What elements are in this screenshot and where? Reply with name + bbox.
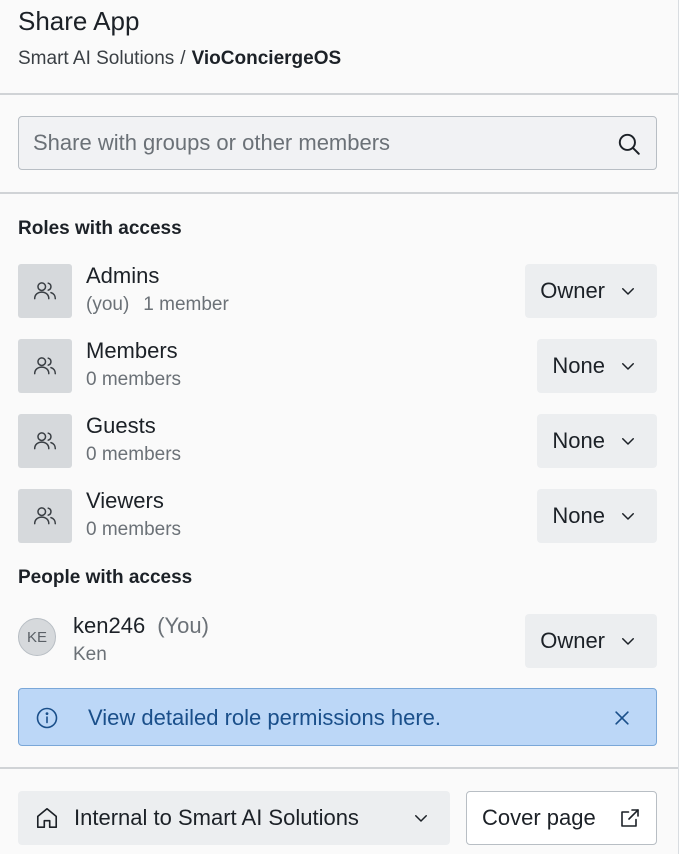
member-count: 0 members (86, 444, 182, 465)
role-members: (you) 1 member (86, 294, 229, 316)
role-members: 0 members (86, 519, 181, 541)
users-icon (18, 414, 72, 468)
permission-value: Owner (540, 278, 605, 303)
role-permission-select[interactable]: None (537, 339, 657, 393)
member-count: 0 members (86, 369, 182, 390)
permission-value: None (552, 503, 605, 528)
search-input[interactable] (33, 117, 603, 169)
search-field[interactable] (18, 116, 657, 170)
role-permission-select[interactable]: None (537, 489, 657, 543)
share-app-dialog: Share App Smart AI Solutions / VioConcierg… (0, 0, 679, 854)
dialog-header: Share App Smart AI Solutions / VioConcierg… (0, 0, 678, 95)
role-permission-select[interactable]: None (537, 414, 657, 468)
member-count: 1 member (143, 294, 229, 315)
username: ken246 (73, 613, 146, 638)
chevron-down-icon (622, 638, 634, 645)
info-icon (36, 707, 58, 729)
users-icon (18, 489, 72, 543)
person-permission-select[interactable]: Owner (525, 614, 657, 668)
chevron-down-icon (622, 288, 634, 295)
external-link-icon (621, 809, 639, 827)
role-members: 0 members (86, 444, 181, 466)
dialog-title: Share App (18, 6, 140, 36)
breadcrumb: Smart AI Solutions / VioConciergeOS (18, 48, 341, 70)
role-row-members: Members 0 members None (18, 338, 657, 395)
users-icon (18, 339, 72, 393)
role-name: Viewers (86, 488, 164, 513)
breadcrumb-app: VioConciergeOS (191, 48, 342, 69)
callout-suffix: . (434, 705, 442, 730)
member-count: 0 members (86, 519, 182, 540)
search-section (0, 96, 678, 194)
cover-page-button[interactable]: Cover page (466, 791, 657, 845)
breadcrumb-org: Smart AI Solutions (18, 48, 175, 69)
visibility-select[interactable]: Internal to Smart AI Solutions (18, 791, 450, 845)
permission-value: None (552, 428, 605, 453)
role-row-admins: Admins (you) 1 member Owner (18, 263, 657, 320)
roles-section-label: Roles with access (18, 218, 182, 239)
role-name: Guests (86, 413, 156, 438)
permissions-link[interactable]: here (391, 705, 435, 730)
callout-message: View detailed role permissions here. (88, 705, 441, 731)
you-indicator: (You) (157, 613, 209, 638)
role-row-viewers: Viewers 0 members None (18, 488, 657, 545)
role-name: Members (86, 338, 178, 363)
role-name: Admins (86, 263, 160, 288)
chevron-down-icon (622, 363, 634, 370)
visibility-value: Internal to Smart AI Solutions (74, 805, 359, 830)
people-section-label: People with access (18, 567, 193, 588)
person-row: KE ken246 (You) Ken Owner (18, 613, 657, 670)
info-callout: View detailed role permissions here. (18, 688, 657, 746)
search-icon[interactable] (616, 131, 642, 157)
chevron-down-icon (622, 438, 634, 445)
you-indicator: (you) (86, 294, 130, 315)
person-username: ken246 (You) (73, 613, 209, 639)
callout-text: View detailed role permissions (88, 705, 391, 730)
chevron-down-icon (415, 815, 427, 822)
cover-page-label: Cover page (482, 805, 596, 830)
users-icon (18, 264, 72, 318)
permission-value: Owner (540, 628, 605, 653)
home-icon (36, 807, 58, 829)
avatar: KE (18, 618, 56, 656)
person-display-name: Ken (73, 644, 107, 665)
dialog-footer: Internal to Smart AI Solutions Cover pag… (0, 767, 678, 856)
chevron-down-icon (622, 513, 634, 520)
role-members: 0 members (86, 369, 181, 391)
role-permission-select[interactable]: Owner (525, 264, 657, 318)
permission-value: None (552, 353, 605, 378)
breadcrumb-separator: / (180, 48, 186, 69)
role-row-guests: Guests 0 members None (18, 413, 657, 470)
close-icon[interactable] (612, 708, 632, 728)
